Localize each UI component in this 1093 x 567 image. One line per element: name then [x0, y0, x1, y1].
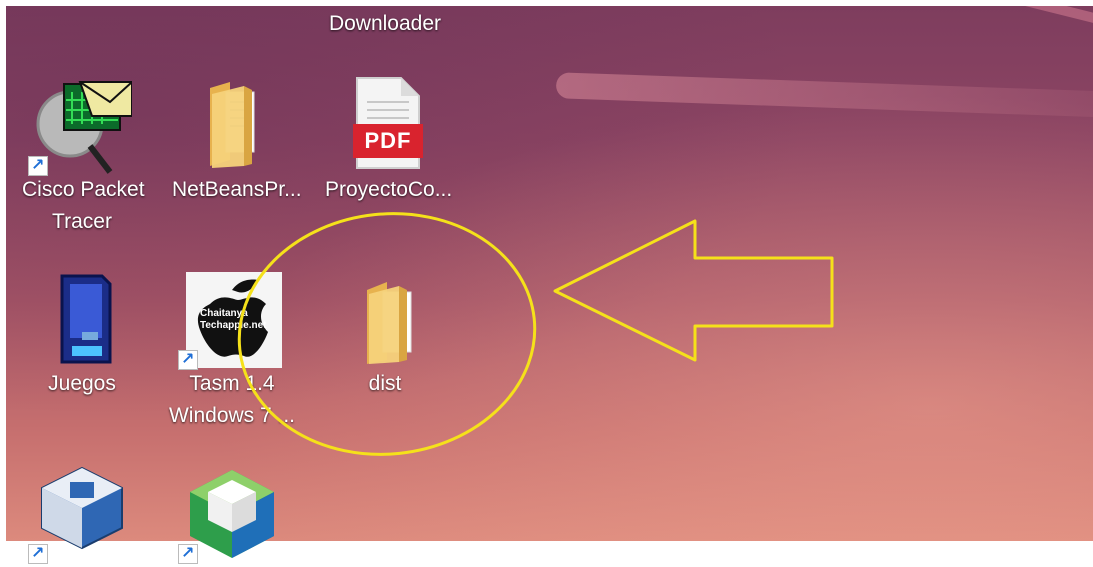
shortcut-arrow-icon	[28, 543, 48, 564]
shortcut-arrow-icon	[178, 543, 198, 564]
highlight-circle	[237, 212, 537, 456]
highlight-arrow	[553, 219, 834, 362]
annotation-overlay	[237, 212, 834, 456]
